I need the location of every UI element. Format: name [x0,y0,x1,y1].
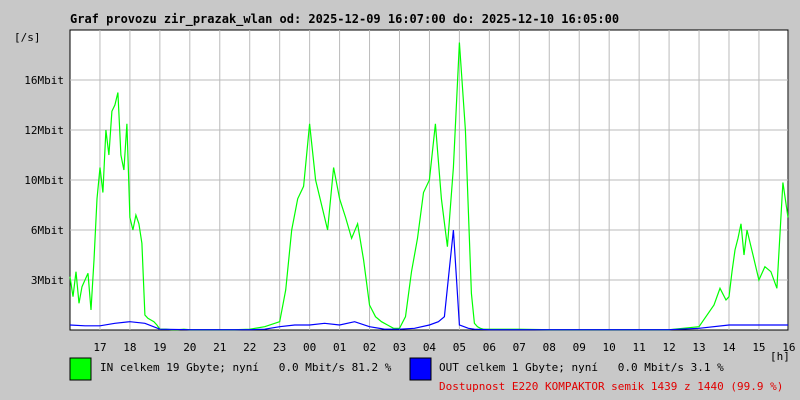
x-tick-label: 20 [183,341,196,354]
y-tick-label: 3Mbit [31,274,64,287]
y-tick-label: 10Mbit [24,174,64,187]
x-tick-label: 07 [513,341,526,354]
x-tick-label: 04 [423,341,437,354]
legend-swatch-in [69,357,92,381]
x-tick-label: 05 [453,341,466,354]
availability-text: Dostupnost E220 KOMPAKTOR semik 1439 z 1… [439,380,783,393]
x-tick-label: 17 [93,341,106,354]
legend-out-text: OUT celkem 1 Gbyte; nyní 0.0 Mbit/s 3.1 … [439,361,724,374]
x-tick-label: 23 [273,341,286,354]
legend-swatch-out [409,357,432,381]
x-tick-label: 09 [573,341,586,354]
x-tick-label: 08 [543,341,556,354]
x-tick-label: 01 [333,341,346,354]
x-tick-label: 13 [692,341,705,354]
x-tick-label: 12 [662,341,675,354]
x-tick-label: 16 [782,341,795,354]
x-tick-label: 21 [213,341,226,354]
x-tick-label: 19 [153,341,166,354]
traffic-graph-panel: Graf provozu zir_prazak_wlan od: 2025-12… [0,0,800,400]
x-tick-label: 18 [123,341,136,354]
y-tick-label: 16Mbit [24,74,64,87]
x-tick-label: 22 [243,341,256,354]
x-tick-label: 06 [483,341,496,354]
x-axis-ticks: 17 18 19 20 21 22 23 00 01 02 03 04 05 06 07 08 09 10 11 12… [93,341,795,354]
y-tick-label: 12Mbit [24,124,64,137]
x-tick-label: 14 [722,341,736,354]
y-axis-ticks: 3Mbit 6Mbit 10Mbit 12Mbit 16Mbit [24,74,64,287]
x-tick-label: 00 [303,341,316,354]
legend-in-text: IN celkem 19 Gbyte; nyní 0.0 Mbit/s 81.2… [100,361,392,374]
x-tick-label: 15 [752,341,765,354]
x-tick-label: 02 [363,341,376,354]
y-axis-unit-label: [/s] [14,31,41,44]
y-tick-label: 6Mbit [31,224,64,237]
chart-title: Graf provozu zir_prazak_wlan od: 2025-12… [70,12,619,27]
x-tick-label: 03 [393,341,406,354]
x-tick-label: 10 [603,341,616,354]
traffic-chart: Graf provozu zir_prazak_wlan od: 2025-12… [14,12,796,393]
x-tick-label: 11 [633,341,646,354]
